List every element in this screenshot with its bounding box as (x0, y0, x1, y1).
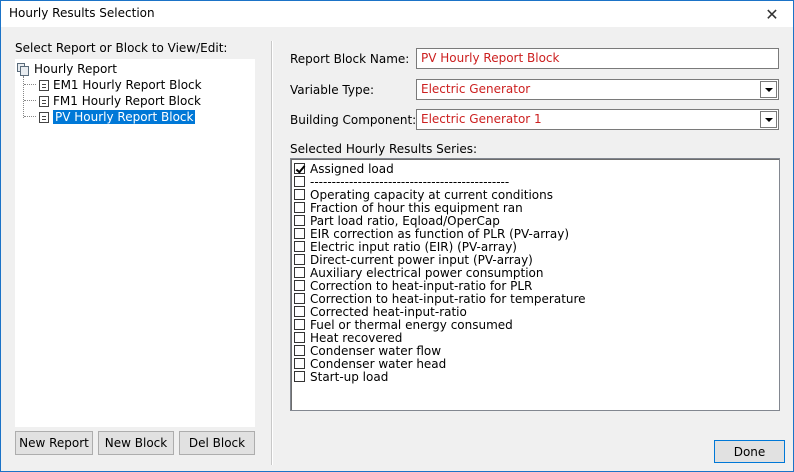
series-item-label: Correction to heat-input-ratio for PLR (310, 278, 533, 293)
checkbox[interactable] (294, 267, 305, 278)
new-block-button[interactable]: New Block (98, 431, 174, 455)
series-item-label: Corrected heat-input-ratio (310, 304, 467, 319)
panel-divider (271, 41, 273, 465)
report-folder-icon (17, 62, 30, 76)
series-item-label: Correction to heat-input-ratio for tempe… (310, 291, 586, 306)
report-block-icon (39, 79, 49, 91)
checkbox[interactable] (294, 319, 305, 330)
series-item-label: Start-up load (310, 369, 389, 384)
done-button[interactable]: Done (714, 440, 785, 463)
variable-type-label: Variable Type: (290, 83, 375, 97)
series-item[interactable]: Fuel or thermal energy consumed (294, 317, 513, 332)
checkbox[interactable] (294, 241, 305, 252)
checkbox[interactable] (294, 254, 305, 265)
series-item[interactable]: Electric input ratio (EIR) (PV-array) (294, 239, 517, 254)
tree-item-label: EM1 Hourly Report Block (53, 78, 202, 92)
checkbox[interactable] (294, 189, 305, 200)
report-block-name-input[interactable]: PV Hourly Report Block (416, 48, 779, 69)
series-item[interactable]: Correction to heat-input-ratio for PLR (294, 278, 533, 293)
new-report-button[interactable]: New Report (15, 431, 93, 455)
series-item-label: Heat recovered (310, 330, 403, 345)
series-list-label: Selected Hourly Results Series: (290, 142, 478, 156)
series-item-label: Direct-current power input (PV-array) (310, 252, 533, 267)
series-checklist[interactable]: Assigned load ---------------------------… (290, 158, 780, 411)
tree-item-pv[interactable]: PV Hourly Report Block (39, 109, 196, 125)
variable-type-select[interactable]: Electric Generator (416, 79, 779, 100)
series-item-label: Operating capacity at current conditions (310, 187, 553, 202)
close-button[interactable]: ✕ (757, 3, 787, 25)
checkbox[interactable] (294, 332, 305, 343)
tree-item-label-selected: PV Hourly Report Block (53, 110, 196, 124)
checkbox[interactable] (294, 345, 305, 356)
series-item[interactable]: Corrected heat-input-ratio (294, 304, 467, 319)
series-item-label: Fraction of hour this equipment ran (310, 200, 523, 215)
series-item-label: Fuel or thermal energy consumed (310, 317, 513, 332)
tree-label: Select Report or Block to View/Edit: (15, 41, 228, 55)
building-component-label: Building Component: (290, 113, 417, 127)
checkbox[interactable] (294, 280, 305, 291)
series-item-label: EIR correction as function of PLR (PV-ar… (310, 226, 569, 241)
report-block-icon (39, 95, 49, 107)
series-item[interactable]: Fraction of hour this equipment ran (294, 200, 523, 215)
report-block-name-label: Report Block Name: (290, 52, 410, 66)
del-block-button[interactable]: Del Block (179, 431, 255, 455)
title-bar: Hourly Results Selection ✕ (1, 1, 793, 27)
series-item[interactable]: Assigned load (294, 161, 394, 176)
series-item-label: Electric input ratio (EIR) (PV-array) (310, 239, 517, 254)
tree-item-fm1[interactable]: FM1 Hourly Report Block (39, 93, 201, 109)
checkbox[interactable] (294, 215, 305, 226)
series-item-label: Part load ratio, Eqload/OperCap (310, 213, 500, 228)
series-item[interactable]: Correction to heat-input-ratio for tempe… (294, 291, 586, 306)
series-item[interactable]: Start-up load (294, 369, 389, 384)
report-tree[interactable]: Hourly Report EM1 Hourly Report Block FM… (15, 59, 255, 427)
dialog-window: Hourly Results Selection ✕ Select Report… (0, 0, 794, 472)
tree-item-label: FM1 Hourly Report Block (53, 94, 201, 108)
chevron-down-icon[interactable] (760, 81, 777, 98)
series-item[interactable]: Condenser water flow (294, 343, 442, 358)
variable-type-value: Electric Generator (421, 82, 531, 96)
series-item[interactable]: Heat recovered (294, 330, 403, 345)
series-item-label: Condenser water head (310, 356, 447, 371)
report-block-icon (39, 111, 49, 123)
chevron-down-icon[interactable] (760, 111, 777, 128)
series-item-label: Assigned load (310, 161, 394, 176)
building-component-select[interactable]: Electric Generator 1 (416, 109, 779, 130)
series-item[interactable]: Auxiliary electrical power consumption (294, 265, 544, 280)
tree-root-label: Hourly Report (34, 62, 117, 76)
series-item[interactable]: Operating capacity at current conditions (294, 187, 553, 202)
checkbox[interactable] (294, 176, 305, 187)
checkbox[interactable] (294, 371, 305, 382)
checkbox[interactable] (294, 228, 305, 239)
series-item[interactable]: EIR correction as function of PLR (PV-ar… (294, 226, 569, 241)
close-icon: ✕ (765, 4, 779, 24)
window-title: Hourly Results Selection (9, 6, 155, 20)
checkbox[interactable] (294, 358, 305, 369)
series-item-label: Auxiliary electrical power consumption (310, 265, 544, 280)
tree-item-em1[interactable]: EM1 Hourly Report Block (39, 77, 202, 93)
series-item[interactable]: ----------------------------------------… (294, 174, 510, 189)
checkbox[interactable] (294, 293, 305, 304)
series-item-label: ----------------------------------------… (310, 174, 510, 189)
series-item[interactable]: Direct-current power input (PV-array) (294, 252, 533, 267)
series-item[interactable]: Part load ratio, Eqload/OperCap (294, 213, 500, 228)
series-item-label: Condenser water flow (310, 343, 442, 358)
series-item[interactable]: Condenser water head (294, 356, 447, 371)
tree-root[interactable]: Hourly Report (17, 61, 117, 77)
checkbox[interactable] (294, 202, 305, 213)
checkbox[interactable] (294, 306, 305, 317)
checkbox-checked[interactable] (294, 163, 305, 174)
building-component-value: Electric Generator 1 (421, 112, 542, 126)
